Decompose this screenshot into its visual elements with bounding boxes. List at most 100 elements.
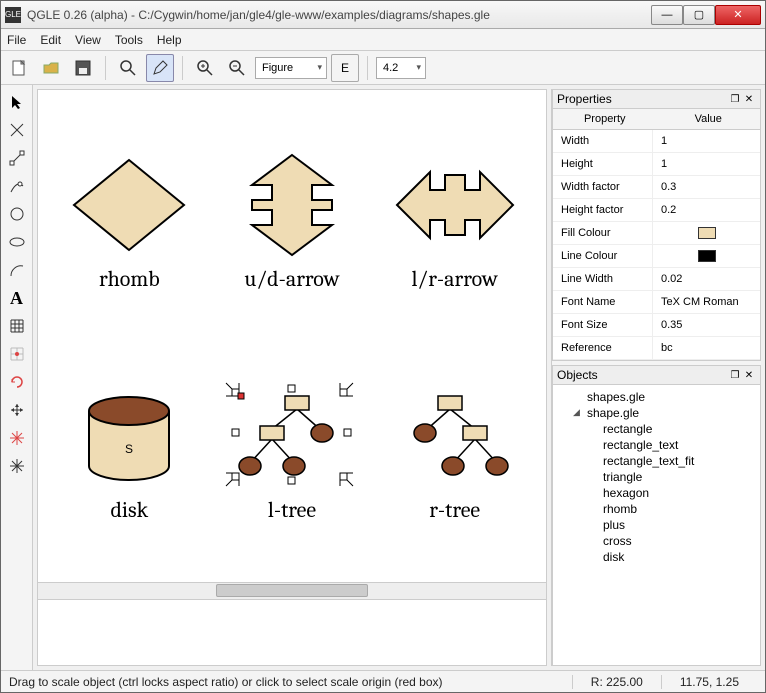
edit-tool-button[interactable] <box>146 54 174 82</box>
tree-item[interactable]: plus <box>553 517 760 533</box>
color-swatch <box>698 250 716 262</box>
snap-grid-tool[interactable] <box>4 341 30 367</box>
prop-header-val: Value <box>657 109 761 129</box>
tree-item[interactable]: shapes.gle <box>553 389 760 405</box>
property-key: Height <box>553 153 653 175</box>
app-icon: GLE <box>5 7 21 23</box>
scale-tool[interactable] <box>4 397 30 423</box>
property-row[interactable]: Font NameTeX CM Roman <box>553 291 760 314</box>
property-row[interactable]: Height1 <box>553 153 760 176</box>
snap-grid-icon <box>9 346 25 362</box>
status-radius: R: 225.00 <box>572 675 661 689</box>
undock-icon[interactable]: ❐ <box>728 370 742 381</box>
tree-item[interactable]: cross <box>553 533 760 549</box>
tree-item[interactable]: rhomb <box>553 501 760 517</box>
property-key: Line Width <box>553 268 653 290</box>
objects-dock-header[interactable]: Objects ❐ ✕ <box>552 365 761 385</box>
tree-item[interactable]: rectangle_text_fit <box>553 453 760 469</box>
menu-edit[interactable]: Edit <box>40 33 61 47</box>
property-value[interactable]: 1 <box>653 130 760 152</box>
property-row[interactable]: Line Width0.02 <box>553 268 760 291</box>
property-row[interactable]: Width1 <box>553 130 760 153</box>
property-row[interactable]: Fill Colour <box>553 222 760 245</box>
shape-label: r-tree <box>429 497 480 523</box>
property-row[interactable]: Height factor0.2 <box>553 199 760 222</box>
property-value[interactable]: TeX CM Roman <box>653 291 760 313</box>
properties-dock-header[interactable]: Properties ❐ ✕ <box>552 89 761 109</box>
tree-item[interactable]: triangle <box>553 469 760 485</box>
pointer-tool[interactable] <box>4 89 30 115</box>
maximize-button[interactable]: ▢ <box>683 5 715 25</box>
scale-icon <box>9 402 25 418</box>
property-value[interactable]: 0.35 <box>653 314 760 336</box>
close-button[interactable]: ✕ <box>715 5 761 25</box>
property-row[interactable]: Referencebc <box>553 337 760 360</box>
property-value[interactable] <box>653 245 760 267</box>
text-icon: A <box>10 288 23 309</box>
shape-label: u/d-arrow <box>244 266 339 292</box>
property-value[interactable]: 0.02 <box>653 268 760 290</box>
tree-item[interactable]: disk <box>553 549 760 565</box>
prop-header-key: Property <box>553 109 657 129</box>
save-button[interactable] <box>69 54 97 82</box>
emf-button[interactable]: E <box>331 54 359 82</box>
tree-item-label: rectangle_text <box>603 438 678 452</box>
tree-expand-icon[interactable]: ◢ <box>573 407 580 418</box>
menu-view[interactable]: View <box>75 33 101 47</box>
zoom-in-button[interactable] <box>191 54 219 82</box>
figure-combo[interactable]: Figure <box>255 57 327 79</box>
arc-tool[interactable] <box>4 257 30 283</box>
tree-item-label: plus <box>603 518 625 532</box>
ellipse-tool[interactable] <box>4 229 30 255</box>
color-swatch <box>698 227 716 239</box>
menu-file[interactable]: File <box>7 33 26 47</box>
close-panel-icon[interactable]: ✕ <box>742 370 756 381</box>
line-cross-tool[interactable] <box>4 117 30 143</box>
tree-item-label: rectangle <box>603 422 652 436</box>
property-row[interactable]: Line Colour <box>553 245 760 268</box>
tangent-tool[interactable] <box>4 173 30 199</box>
property-row[interactable]: Width factor0.3 <box>553 176 760 199</box>
property-row[interactable]: Font Size0.35 <box>553 314 760 337</box>
zoom-out-button[interactable] <box>223 54 251 82</box>
objects-tree[interactable]: shapes.gle◢shape.glerectangle rectangle_t… <box>552 385 761 666</box>
property-value[interactable]: 0.3 <box>653 176 760 198</box>
shape-label: disk <box>110 497 148 523</box>
grid-tool[interactable] <box>4 313 30 339</box>
menu-tools[interactable]: Tools <box>115 33 143 47</box>
undock-icon[interactable]: ❐ <box>728 94 742 105</box>
objects-title: Objects <box>557 368 598 382</box>
property-value[interactable]: bc <box>653 337 760 359</box>
snap-toggle-1[interactable] <box>4 425 30 451</box>
property-value[interactable] <box>653 222 760 244</box>
shape-l-tree[interactable]: l-tree <box>221 341 364 562</box>
menu-help[interactable]: Help <box>157 33 182 47</box>
close-panel-icon[interactable]: ✕ <box>742 94 756 105</box>
circle-tool[interactable] <box>4 201 30 227</box>
property-key: Width factor <box>553 176 653 198</box>
tree-item-label: rhomb <box>603 502 637 516</box>
rotate-tool[interactable] <box>4 369 30 395</box>
grid-icon <box>9 318 25 334</box>
tree-item[interactable]: rectangle <box>553 421 760 437</box>
horizontal-scrollbar[interactable] <box>38 582 546 599</box>
tree-item[interactable]: hexagon <box>553 485 760 501</box>
text-tool[interactable]: A <box>4 285 30 311</box>
line-tool[interactable] <box>4 145 30 171</box>
minimize-button[interactable]: — <box>651 5 683 25</box>
zoom-in-icon <box>196 59 214 77</box>
property-value[interactable]: 0.2 <box>653 199 760 221</box>
canvas-area: rhomb u/d-arrow l/r-arrow S disk <box>37 89 547 666</box>
property-value[interactable]: 1 <box>653 153 760 175</box>
new-button[interactable] <box>5 54 33 82</box>
tree-item[interactable]: rectangle_text <box>553 437 760 453</box>
zoom-tool-button[interactable] <box>114 54 142 82</box>
canvas[interactable]: rhomb u/d-arrow l/r-arrow S disk <box>38 90 546 582</box>
zoom-combo[interactable]: 4.2 <box>376 57 426 79</box>
tree-item-label: triangle <box>603 470 642 484</box>
tree-item[interactable]: ◢shape.gle <box>553 405 760 421</box>
property-key: Fill Colour <box>553 222 653 244</box>
disk-letter: S <box>125 442 133 456</box>
snap-toggle-2[interactable] <box>4 453 30 479</box>
open-button[interactable] <box>37 54 65 82</box>
